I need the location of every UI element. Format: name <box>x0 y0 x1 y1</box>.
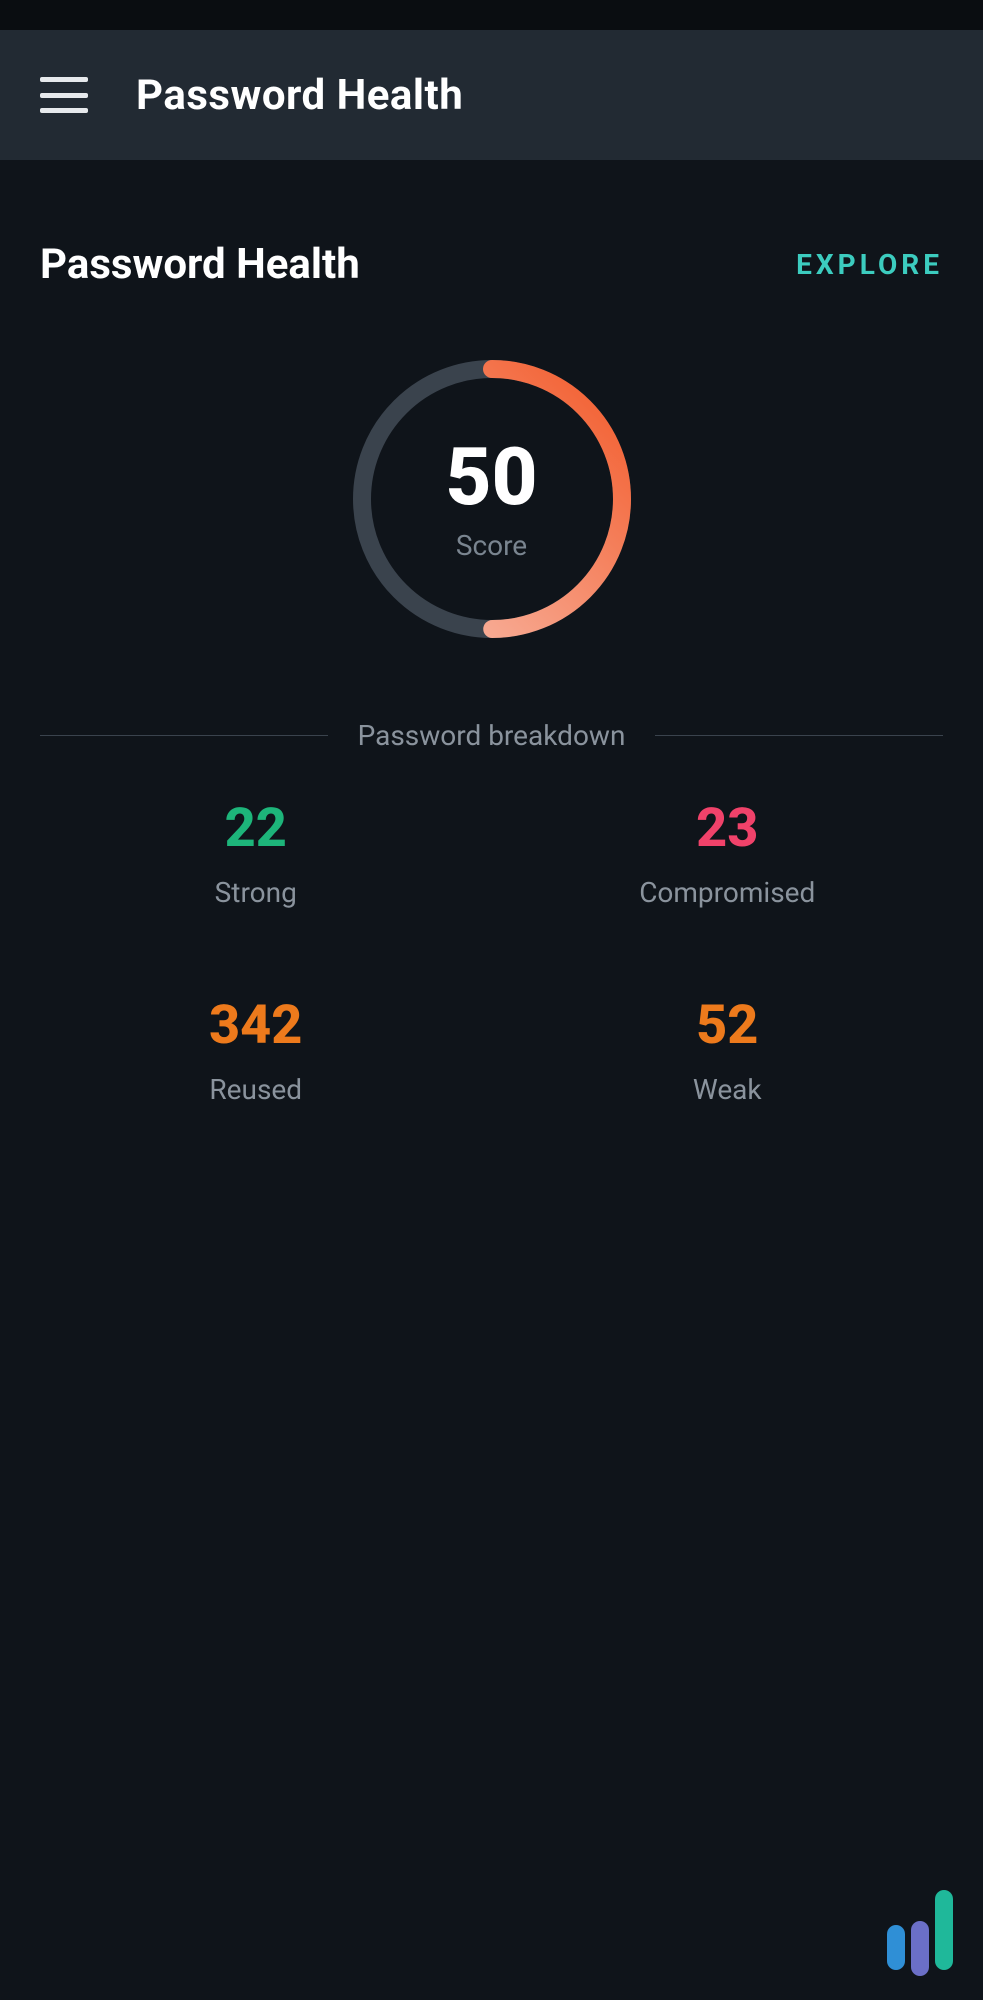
app-bar: Password Health <box>0 30 983 160</box>
stat-reused[interactable]: 342 Reused <box>40 999 472 1106</box>
stat-weak-label: Weak <box>512 1073 944 1106</box>
menu-icon[interactable] <box>40 77 88 113</box>
score-label: Score <box>456 529 527 562</box>
stat-weak-value: 52 <box>512 999 944 1053</box>
appbar-title: Password Health <box>136 71 463 120</box>
stat-strong[interactable]: 22 Strong <box>40 802 472 909</box>
brand-logo-icon <box>887 1890 953 1970</box>
stat-strong-label: Strong <box>40 876 472 909</box>
stats-grid: 22 Strong 23 Compromised 342 Reused 52 W… <box>40 802 943 1106</box>
stat-compromised-value: 23 <box>512 802 944 856</box>
stat-reused-label: Reused <box>40 1073 472 1106</box>
explore-button[interactable]: EXPLORE <box>796 248 943 281</box>
stat-weak[interactable]: 52 Weak <box>512 999 944 1106</box>
breakdown-divider: Password breakdown <box>40 719 943 752</box>
stat-compromised-label: Compromised <box>512 876 944 909</box>
divider-right <box>655 735 943 736</box>
stat-strong-value: 22 <box>40 802 472 856</box>
score-gauge: 50 Score <box>342 349 642 649</box>
score-value: 50 <box>445 437 537 517</box>
status-bar-space <box>0 0 983 30</box>
gauge-center: 50 Score <box>342 349 642 649</box>
content-area: Password Health EXPLORE 50 Score Pa <box>0 160 983 1106</box>
stat-compromised[interactable]: 23 Compromised <box>512 802 944 909</box>
score-gauge-container: 50 Score <box>40 349 943 649</box>
breakdown-label: Password breakdown <box>358 719 626 752</box>
divider-left <box>40 735 328 736</box>
stat-reused-value: 342 <box>40 999 472 1053</box>
page-title: Password Health <box>40 240 360 289</box>
heading-row: Password Health EXPLORE <box>40 240 943 289</box>
